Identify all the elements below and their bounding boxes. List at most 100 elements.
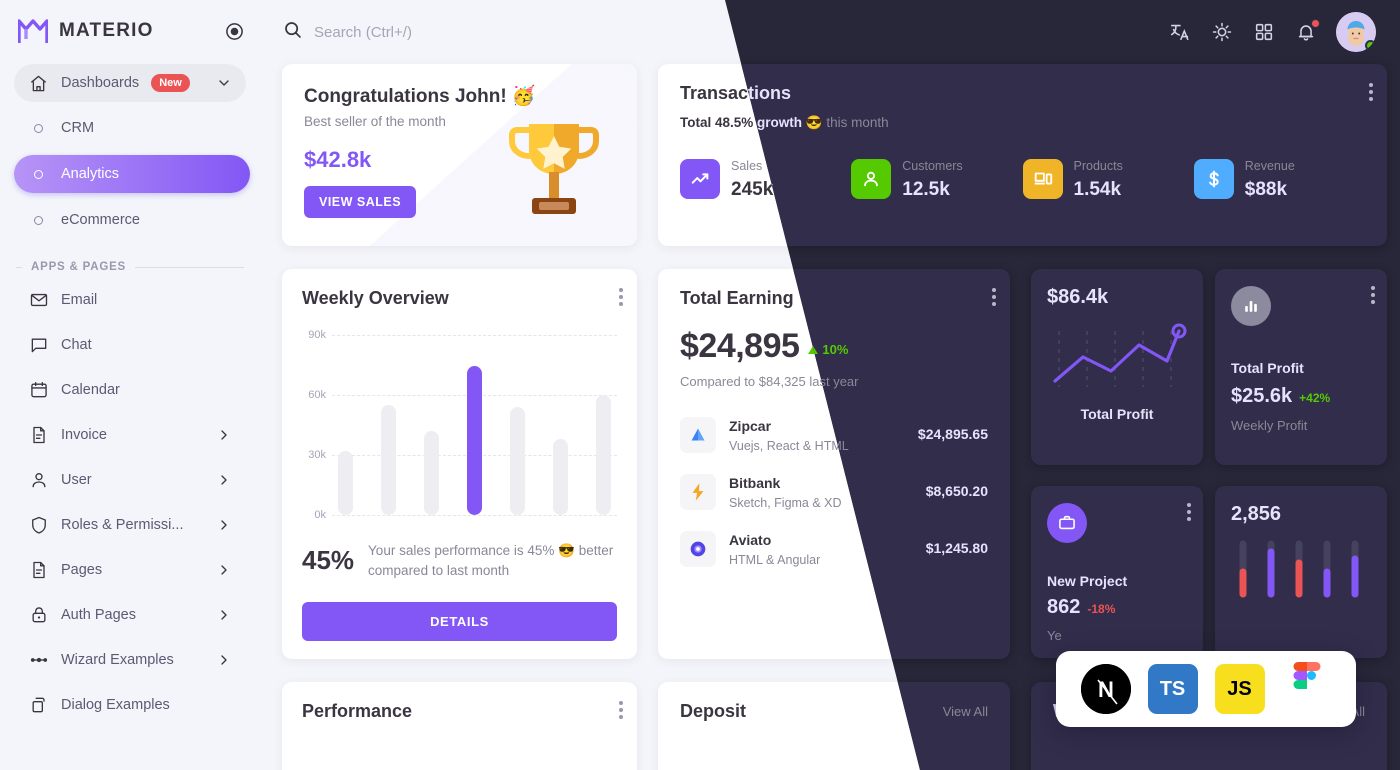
bell-icon[interactable] xyxy=(1294,19,1320,44)
transactions-period: this month xyxy=(822,115,889,130)
grid-apps-icon[interactable] xyxy=(1252,20,1276,44)
transactions-stats: Sales 245k Customers 12.5k Products 1.54k xyxy=(725,157,1365,201)
chevron-right-icon[interactable] xyxy=(216,472,232,488)
sidebar-item-label: Chat xyxy=(61,337,92,353)
chevron-right-icon[interactable] xyxy=(216,517,232,533)
sidebar-item-crm[interactable]: CRM xyxy=(14,109,246,147)
circle-target-icon[interactable] xyxy=(224,21,244,41)
view-sales-button[interactable]: VIEW SALES xyxy=(304,186,417,218)
avatar[interactable] xyxy=(1336,12,1376,52)
dots-line-icon xyxy=(28,650,49,671)
home-icon xyxy=(28,73,49,94)
sidebar-item-calendar[interactable]: Calendar xyxy=(14,371,246,409)
earning-tech: Sketch, Figma & XD xyxy=(729,495,842,510)
sidebar-item-analytics[interactable]: Analytics xyxy=(14,155,250,193)
sidebar-item-ecommerce[interactable]: eCommerce xyxy=(14,201,246,239)
stat-label: Customers xyxy=(902,159,963,173)
performance-card: Performance xyxy=(282,682,637,770)
weekly-note: Your sales performance is 45% 😎 better c… xyxy=(368,543,614,578)
dollar-icon xyxy=(1193,159,1234,199)
more-options-icon[interactable] xyxy=(619,698,623,722)
card-title: Performance xyxy=(302,701,413,721)
sidebar-item-label: Roles & Permissi... xyxy=(61,517,184,533)
earning-right: $1,245.80 xyxy=(876,540,988,558)
more-options-icon[interactable] xyxy=(1371,283,1375,307)
sidebar-item-chat[interactable]: Chat xyxy=(14,326,246,364)
stat-value: 12.5k xyxy=(902,179,950,200)
new-project-value: 862 xyxy=(1047,596,1081,618)
sidebar-item-email[interactable]: Email xyxy=(14,281,246,319)
sidebar: MATERIO Dashboards New CRM Analytics eCo… xyxy=(0,0,260,770)
earning-tech: Vuejs, React & HTML xyxy=(729,438,849,453)
sidebar-section-apps-pages: APPS & PAGES xyxy=(0,247,260,281)
more-options-icon[interactable] xyxy=(1187,500,1191,524)
earning-right: $8,650.20 xyxy=(876,483,988,501)
sidebar-item-dashboards[interactable]: Dashboards New xyxy=(14,64,246,102)
chevron-right-icon[interactable] xyxy=(216,562,232,578)
weekly-footer: 45% Your sales performance is 45% 😎 bett… xyxy=(302,541,617,580)
earning-name: Zipcar xyxy=(729,417,772,434)
javascript-logo[interactable]: JS xyxy=(1214,664,1265,714)
sidebar-item-label: Dialog Examples xyxy=(61,697,170,713)
total-profit-chart-card: $86.4k Total Profit xyxy=(1031,269,1203,465)
search-input[interactable] xyxy=(314,23,674,41)
earning-tech: HTML & Angular xyxy=(729,552,821,567)
sidebar-item-auth-pages[interactable]: Auth Pages xyxy=(14,596,246,634)
earning-name: Aviato xyxy=(729,531,772,548)
nextjs-logo[interactable]: N xyxy=(1080,664,1131,714)
typescript-logo[interactable]: TS xyxy=(1147,664,1198,714)
weekly-percent: 45% xyxy=(302,545,355,576)
y-tick: 90k xyxy=(308,329,326,341)
sidebar-item-user[interactable]: User xyxy=(14,461,246,499)
translate-icon[interactable] xyxy=(1168,20,1192,44)
circle-icon xyxy=(28,215,49,225)
sidebar-item-wizard-examples[interactable]: Wizard Examples xyxy=(14,641,246,679)
more-options-icon[interactable] xyxy=(619,285,623,309)
weekly-profit-caption: Weekly Profit xyxy=(1231,418,1308,433)
new-project-caption: Ye xyxy=(1047,628,1062,643)
chevron-right-icon[interactable] xyxy=(216,427,232,443)
sidebar-item-dialog-examples[interactable]: Dialog Examples xyxy=(14,686,246,724)
y-tick: 60k xyxy=(308,388,326,401)
stat-value: 245k xyxy=(731,179,774,200)
lock-icon xyxy=(28,605,49,626)
figma-logo[interactable] xyxy=(1282,662,1332,714)
trophy-icon xyxy=(499,106,609,236)
sidebar-item-label: Invoice xyxy=(61,427,107,443)
more-options-icon[interactable] xyxy=(1369,80,1373,104)
notification-dot xyxy=(1311,19,1320,28)
mini-cards-column-dark: $86.4k Total Profit Total Profit $25.6k … xyxy=(1031,269,1387,659)
weekly-profit-title: Total Profit xyxy=(1231,360,1304,376)
sun-icon[interactable] xyxy=(1210,20,1234,44)
sidebar-item-label: User xyxy=(61,472,92,488)
sidebar-item-roles-permissions[interactable]: Roles & Permissi... xyxy=(14,506,246,544)
brand[interactable]: MATERIO xyxy=(0,0,260,64)
bar xyxy=(553,439,568,515)
sidebar-nav: Dashboards New CRM Analytics eCommerce xyxy=(0,64,260,239)
sidebar-item-invoice[interactable]: Invoice xyxy=(14,416,246,454)
new-project-title: New Project xyxy=(1047,573,1128,589)
person-icon xyxy=(851,159,892,199)
stat-value: $88k xyxy=(1244,179,1288,200)
chevron-down-icon[interactable] xyxy=(216,75,232,91)
circle-icon xyxy=(28,169,49,179)
materio-logo-icon xyxy=(17,18,49,44)
weekly-bar-chart: 90k 60k 30k 0k xyxy=(302,329,617,521)
chevron-right-icon[interactable] xyxy=(216,607,232,623)
trending-up-icon xyxy=(680,159,720,199)
more-options-icon[interactable] xyxy=(992,285,996,309)
details-button[interactable]: DETAILS xyxy=(302,602,617,642)
total-profit-value: $86.4k xyxy=(1047,286,1109,308)
sidebar-nav-apps: Email Chat Calendar Invoice User Roles &… xyxy=(0,281,260,724)
chevron-right-icon[interactable] xyxy=(216,652,232,668)
topbar-actions-dark xyxy=(1168,12,1376,52)
y-tick: 0k xyxy=(314,509,326,521)
sidebar-item-label: Wizard Examples xyxy=(61,652,174,668)
sidebar-item-pages[interactable]: Pages xyxy=(14,551,246,589)
mail-icon xyxy=(28,290,49,311)
calendar-icon xyxy=(28,380,49,401)
new-badge: New xyxy=(151,73,190,93)
view-all-link[interactable]: View All xyxy=(943,704,988,719)
new-project-delta: -18% xyxy=(1087,602,1116,616)
stat-label: Sales xyxy=(731,159,763,173)
